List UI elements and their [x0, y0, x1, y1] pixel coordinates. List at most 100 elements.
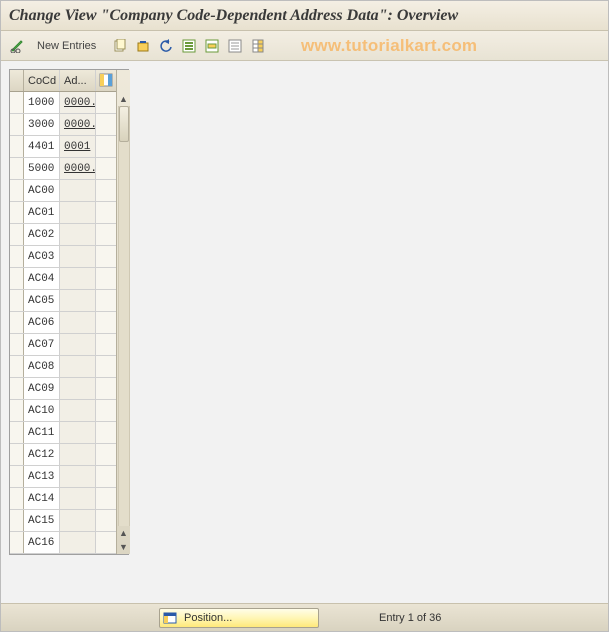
cell-cocd[interactable]: AC05	[24, 290, 60, 311]
row-selector[interactable]	[10, 92, 24, 113]
cell-cocd[interactable]: AC09	[24, 378, 60, 399]
header-cocd[interactable]: CoCd	[24, 70, 60, 91]
cell-ad[interactable]	[60, 444, 96, 465]
table-row[interactable]: 44010001	[10, 136, 116, 158]
row-selector[interactable]	[10, 202, 24, 223]
cell-ad[interactable]	[60, 532, 96, 553]
table-row[interactable]: 30000000.	[10, 114, 116, 136]
scroll-down-button[interactable]: ▼	[117, 540, 131, 554]
cell-ad[interactable]: 0000.	[60, 114, 96, 135]
table-row[interactable]: 50000000.	[10, 158, 116, 180]
cell-cocd[interactable]: 5000	[24, 158, 60, 179]
select-block-button[interactable]	[202, 36, 222, 56]
undo-change-button[interactable]	[156, 36, 176, 56]
cell-cocd[interactable]: AC07	[24, 334, 60, 355]
cell-ad[interactable]	[60, 180, 96, 201]
table-row[interactable]: AC12	[10, 444, 116, 466]
table-row[interactable]: AC08	[10, 356, 116, 378]
table-settings-button[interactable]	[98, 72, 114, 88]
row-selector[interactable]	[10, 312, 24, 333]
cell-cocd[interactable]: AC08	[24, 356, 60, 377]
cell-cocd[interactable]: AC15	[24, 510, 60, 531]
table-row[interactable]: AC04	[10, 268, 116, 290]
cell-ad[interactable]	[60, 466, 96, 487]
cell-ad[interactable]	[60, 224, 96, 245]
cell-ad[interactable]	[60, 510, 96, 531]
cell-cocd[interactable]: AC16	[24, 532, 60, 553]
cell-cocd[interactable]: AC03	[24, 246, 60, 267]
select-all-button[interactable]	[179, 36, 199, 56]
cell-cocd[interactable]: 1000	[24, 92, 60, 113]
cell-cocd[interactable]: AC00	[24, 180, 60, 201]
cell-ad[interactable]	[60, 268, 96, 289]
configuration-button[interactable]	[248, 36, 268, 56]
table-row[interactable]: AC02	[10, 224, 116, 246]
table-row[interactable]: AC03	[10, 246, 116, 268]
row-selector[interactable]	[10, 290, 24, 311]
row-selector[interactable]	[10, 444, 24, 465]
row-selector[interactable]	[10, 136, 24, 157]
cell-cocd[interactable]: 4401	[24, 136, 60, 157]
row-selector[interactable]	[10, 356, 24, 377]
cell-ad[interactable]	[60, 290, 96, 311]
row-selector[interactable]	[10, 246, 24, 267]
cell-ad[interactable]	[60, 378, 96, 399]
cell-cocd[interactable]: AC06	[24, 312, 60, 333]
row-selector[interactable]	[10, 378, 24, 399]
scroll-thumb[interactable]	[119, 106, 129, 142]
row-selector[interactable]	[10, 466, 24, 487]
table-row[interactable]: AC16	[10, 532, 116, 554]
header-ad[interactable]: Ad...	[60, 70, 96, 91]
row-selector[interactable]	[10, 268, 24, 289]
cell-ad[interactable]	[60, 356, 96, 377]
table-row[interactable]: AC00	[10, 180, 116, 202]
cell-ad[interactable]	[60, 422, 96, 443]
cell-ad[interactable]	[60, 400, 96, 421]
row-selector[interactable]	[10, 334, 24, 355]
table-row[interactable]: AC13	[10, 466, 116, 488]
deselect-all-button[interactable]	[225, 36, 245, 56]
row-selector[interactable]	[10, 158, 24, 179]
cell-cocd[interactable]: AC11	[24, 422, 60, 443]
row-selector[interactable]	[10, 532, 24, 553]
cell-ad[interactable]	[60, 334, 96, 355]
cell-cocd[interactable]: 3000	[24, 114, 60, 135]
cell-ad[interactable]: 0001	[60, 136, 96, 157]
table-row[interactable]: AC06	[10, 312, 116, 334]
cell-ad[interactable]	[60, 202, 96, 223]
row-selector[interactable]	[10, 180, 24, 201]
cell-cocd[interactable]: AC12	[24, 444, 60, 465]
cell-cocd[interactable]: AC02	[24, 224, 60, 245]
row-selector[interactable]	[10, 224, 24, 245]
cell-ad[interactable]	[60, 488, 96, 509]
copy-as-button[interactable]	[110, 36, 130, 56]
table-row[interactable]: AC05	[10, 290, 116, 312]
delete-button[interactable]	[133, 36, 153, 56]
scroll-down-prev-button[interactable]: ▲	[117, 526, 131, 540]
table-row[interactable]: AC07	[10, 334, 116, 356]
table-row[interactable]: AC14	[10, 488, 116, 510]
cell-cocd[interactable]: AC10	[24, 400, 60, 421]
cell-cocd[interactable]: AC14	[24, 488, 60, 509]
row-selector[interactable]	[10, 422, 24, 443]
cell-cocd[interactable]: AC13	[24, 466, 60, 487]
table-row[interactable]: AC11	[10, 422, 116, 444]
cell-ad[interactable]	[60, 312, 96, 333]
cell-cocd[interactable]: AC01	[24, 202, 60, 223]
table-row[interactable]: AC01	[10, 202, 116, 224]
cell-ad[interactable]: 0000.	[60, 92, 96, 113]
header-selection-column[interactable]	[10, 70, 24, 91]
cell-cocd[interactable]: AC04	[24, 268, 60, 289]
table-row[interactable]: AC10	[10, 400, 116, 422]
row-selector[interactable]	[10, 114, 24, 135]
table-row[interactable]: AC09	[10, 378, 116, 400]
toggle-display-change-button[interactable]	[7, 36, 27, 56]
position-button[interactable]: Position...	[159, 608, 319, 628]
new-entries-button[interactable]: New Entries	[30, 36, 103, 56]
cell-ad[interactable]	[60, 246, 96, 267]
cell-ad[interactable]: 0000.	[60, 158, 96, 179]
row-selector[interactable]	[10, 400, 24, 421]
table-row[interactable]: AC15	[10, 510, 116, 532]
table-row[interactable]: 10000000.	[10, 92, 116, 114]
row-selector[interactable]	[10, 488, 24, 509]
